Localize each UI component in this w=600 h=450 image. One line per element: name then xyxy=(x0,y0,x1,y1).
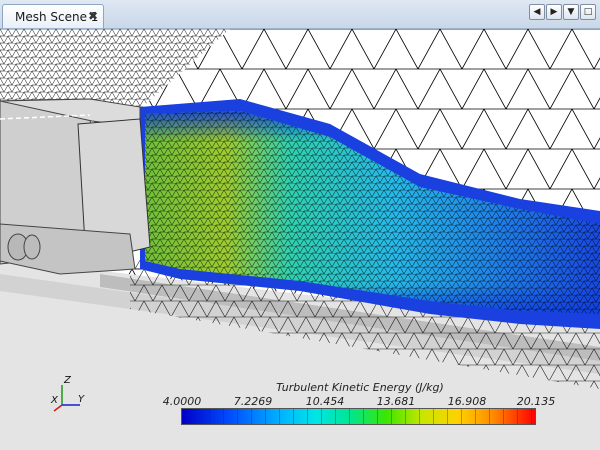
next-tab-button[interactable]: ▶ xyxy=(546,4,562,20)
colorbar-tick-label: 20.135 xyxy=(516,395,556,408)
colorbar xyxy=(181,408,536,425)
tab-menu-button[interactable]: ▼ xyxy=(563,4,579,20)
close-icon[interactable]: ✖ xyxy=(88,9,98,23)
colorbar-tick-label: 10.454 xyxy=(305,395,345,408)
maximize-button[interactable]: □ xyxy=(580,4,596,20)
previous-tab-button[interactable]: ◀ xyxy=(529,4,545,20)
tab-label: Mesh Scene 1 xyxy=(15,9,99,24)
axis-y-label: Y xyxy=(78,394,85,405)
view-tab-bar: Mesh Scene 1 ✖ ◀ ▶ ▼ □ xyxy=(0,0,600,29)
wheel xyxy=(23,234,41,260)
colorbar-tick-label: 13.681 xyxy=(376,395,416,408)
axis-x-label: X xyxy=(51,395,58,406)
colorbar-tick-label: 4.0000 xyxy=(162,395,202,408)
colorbar-tick-label: 16.908 xyxy=(447,395,487,408)
colorbar-title: Turbulent Kinetic Energy (J/kg) xyxy=(276,381,444,394)
colorbar-tick-label: 7.2269 xyxy=(233,395,273,408)
tab-mesh-scene-1[interactable]: Mesh Scene 1 ✖ xyxy=(2,4,104,28)
